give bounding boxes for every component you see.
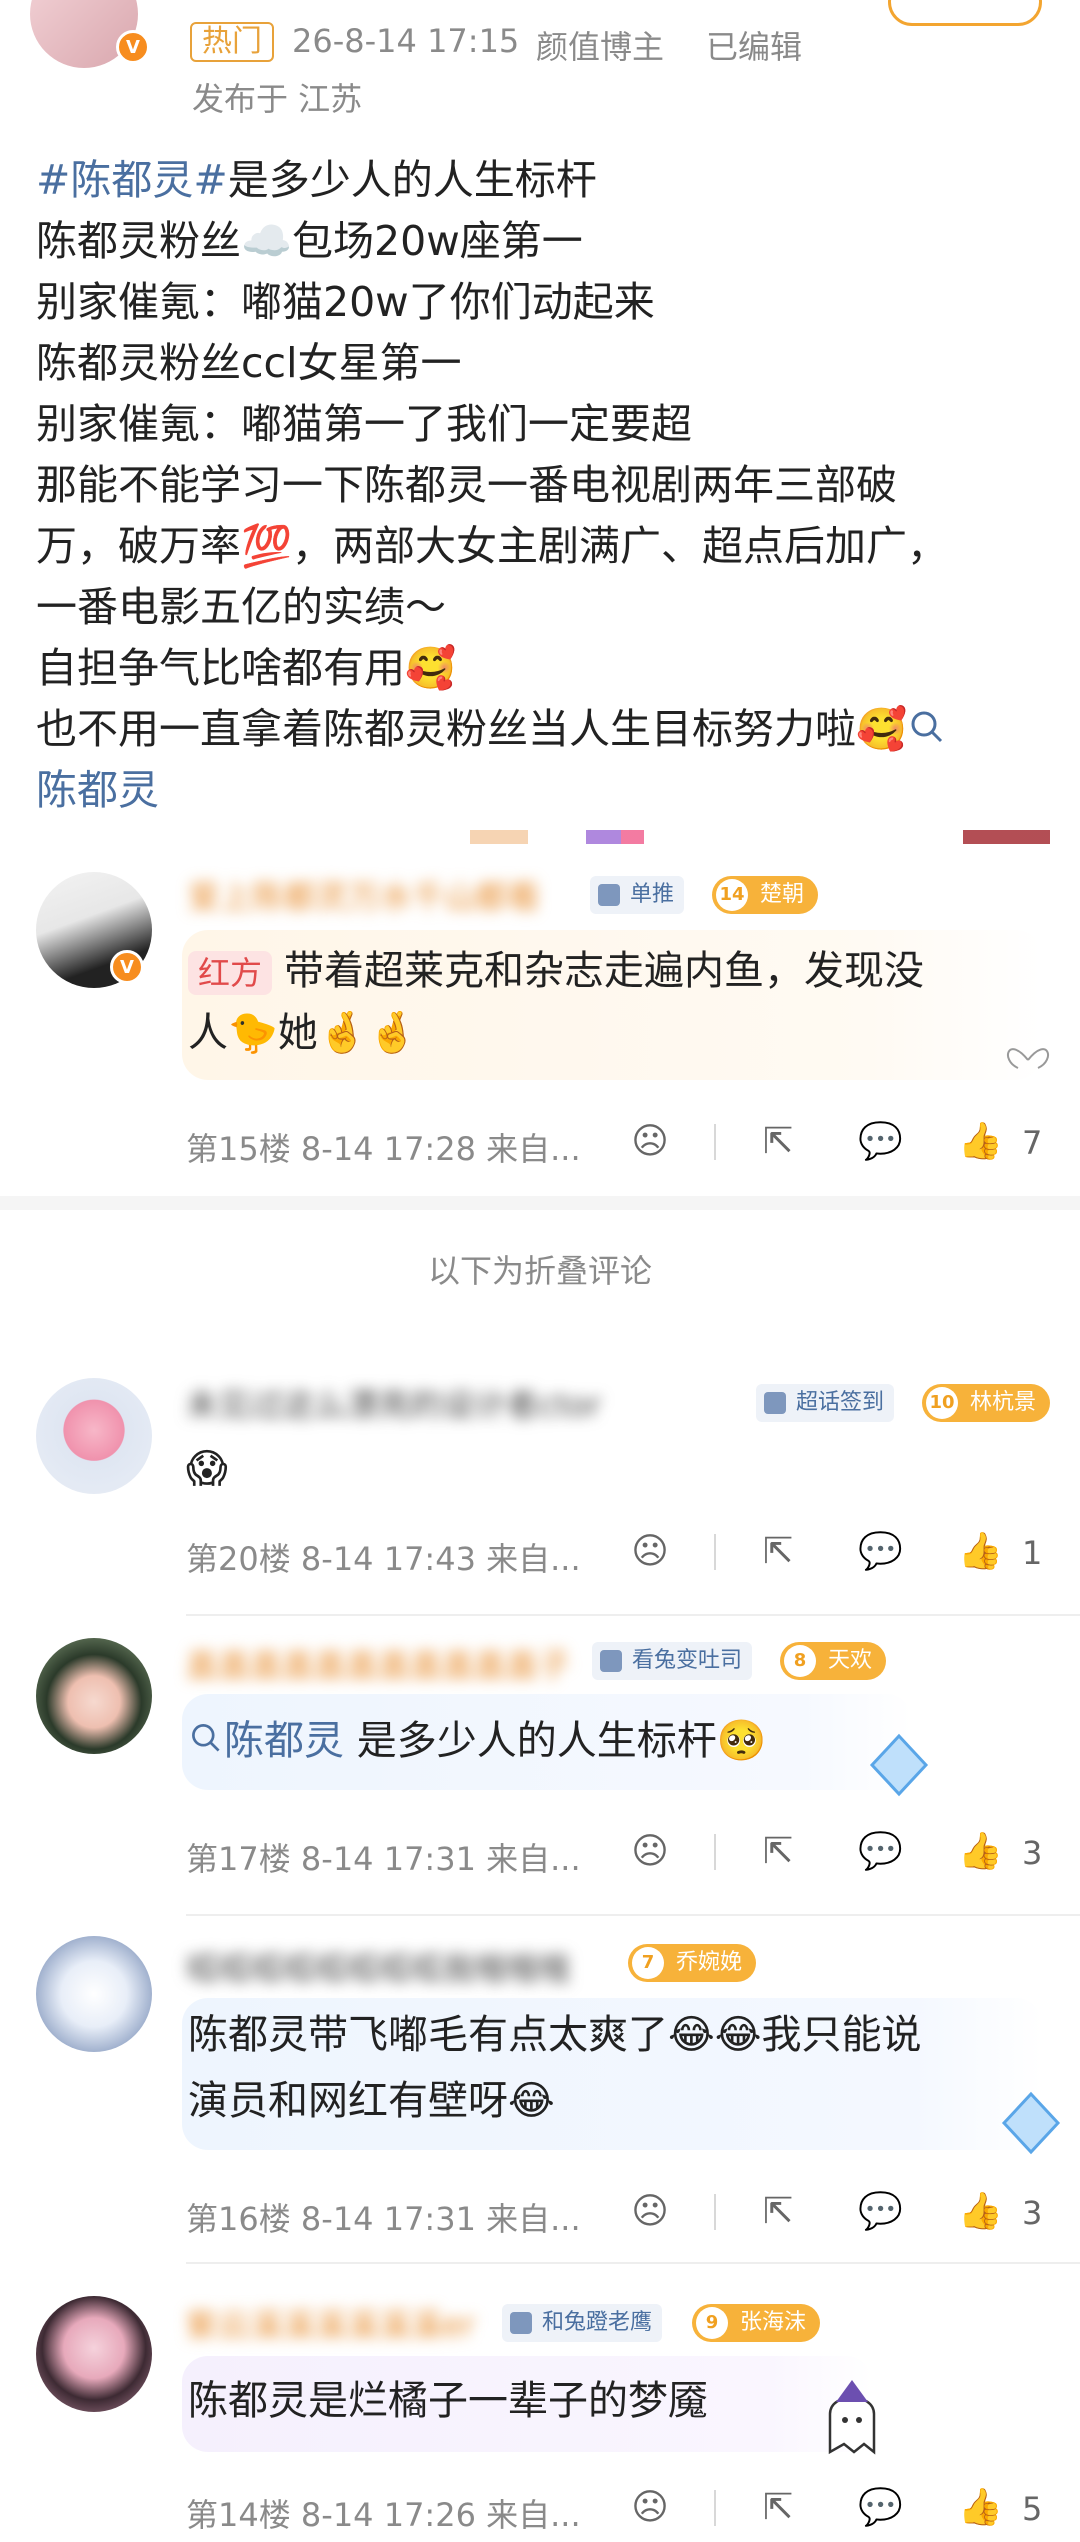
dislike-icon[interactable]: ☹ xyxy=(628,1830,672,1874)
badge-pill[interactable]: 单推 xyxy=(590,876,685,914)
level-badge[interactable]: 7 乔婉娩 xyxy=(628,1944,757,1982)
like-count: 3 xyxy=(1022,1834,1043,1872)
share-icon[interactable]: ⇱ xyxy=(756,1830,800,1874)
topic-link[interactable]: 陈都灵 xyxy=(36,760,1046,821)
comment-text: 人🐤她🤞🤞 xyxy=(188,1010,418,1056)
divider xyxy=(186,1914,1080,1916)
comment-text: 红方 带着超莱克和杂志走遍内鱼，发现没 xyxy=(188,940,924,1002)
post-line: 陈都灵粉丝ccl女星第一 xyxy=(36,339,462,387)
comment-meta: 第17楼 8-14 17:31 来自... xyxy=(186,1840,581,1878)
fold-divider-text[interactable]: 以下为折叠评论 xyxy=(0,1246,1080,1292)
like-count: 1 xyxy=(1022,1534,1043,1572)
commenter-name[interactable]: 爱上陈都灵万水千山都看 xyxy=(188,872,568,918)
level-badge[interactable]: 14 楚朝 xyxy=(712,876,819,914)
verified-badge-icon: V xyxy=(116,30,150,64)
diamond-icon xyxy=(1001,2091,1061,2155)
share-icon[interactable]: ⇱ xyxy=(756,1530,800,1574)
post-line: 那能不能学习一下陈都灵一番电视剧两年三部破 xyxy=(36,461,897,509)
share-icon[interactable]: ⇱ xyxy=(756,2486,800,2530)
comment-text: 😱 xyxy=(186,1446,228,1492)
edited-label[interactable]: 已编辑 xyxy=(706,22,802,68)
comment-icon[interactable]: 💬 xyxy=(858,1120,903,1164)
diamond-icon xyxy=(869,1733,929,1797)
commenter-avatar[interactable] xyxy=(36,2296,152,2412)
like-icon[interactable]: 👍 xyxy=(958,2486,1003,2530)
comment-icon[interactable]: 💬 xyxy=(858,1830,903,1874)
checkin-icon xyxy=(510,2312,532,2334)
level-badge[interactable]: 8 天欢 xyxy=(780,1642,887,1680)
checkin-icon xyxy=(764,1392,786,1414)
post-line: 陈都灵粉丝☁️包场20w座第一 xyxy=(36,217,583,265)
like-icon[interactable]: 👍 xyxy=(958,1530,1003,1574)
dislike-icon[interactable]: ☹ xyxy=(628,1530,672,1574)
commenter-avatar[interactable] xyxy=(36,1936,152,2052)
level-badge[interactable]: 9 张海沫 xyxy=(692,2304,821,2342)
divider xyxy=(714,1124,716,1160)
image-strip[interactable] xyxy=(470,830,1050,844)
comment-icon[interactable]: 💬 xyxy=(858,2190,903,2234)
checkin-icon xyxy=(600,1650,622,1672)
divider xyxy=(714,1534,716,1570)
post-time: 26-8-14 17:15 xyxy=(292,22,520,60)
follow-button[interactable] xyxy=(888,0,1042,26)
ghost-icon xyxy=(828,2380,876,2455)
like-count: 7 xyxy=(1022,1124,1043,1162)
dislike-icon[interactable]: ☹ xyxy=(628,2190,672,2234)
comment-icon[interactable]: 💬 xyxy=(858,1530,903,1574)
butterfly-icon xyxy=(1007,1048,1049,1069)
verified-badge-icon: V xyxy=(110,950,144,984)
post-location: 发布于 江苏 xyxy=(192,80,363,118)
commenter-name[interactable]: 未见过这么漂亮的设计者ctor xyxy=(186,1380,726,1426)
comment-meta: 第14楼 8-14 17:26 来自... xyxy=(186,2496,581,2534)
post-line: 别家催氪：嘟猫20w了你们动起来 xyxy=(36,278,655,326)
commenter-name[interactable]: 盖盖盖盖盖盖盖盖盖盖盖子 xyxy=(186,1640,576,1686)
divider xyxy=(714,2490,716,2526)
search-icon xyxy=(911,711,943,743)
like-count: 5 xyxy=(1022,2490,1043,2528)
divider xyxy=(714,2194,716,2230)
hot-tag: 热门 xyxy=(190,22,274,62)
comment-text: 演员和网红有壁呀😂 xyxy=(188,2078,555,2124)
post-line: 也不用一直拿着陈都灵粉丝当人生目标努力啦🥰 xyxy=(36,699,1046,760)
like-count: 3 xyxy=(1022,2194,1043,2232)
comment-text: 陈都灵 是多少人的人生标杆🥺 xyxy=(188,1710,767,1772)
comment-text: 陈都灵带飞嘟毛有点太爽了😂😂我只能说 xyxy=(188,2012,922,2058)
search-icon xyxy=(192,1724,220,1752)
like-icon[interactable]: 👍 xyxy=(958,1830,1003,1874)
level-badge[interactable]: 10 林杭景 xyxy=(922,1384,1051,1422)
topic-link[interactable]: 陈都灵 xyxy=(188,1718,344,1764)
commenter-name[interactable]: 紫云溪溪溪溪溪溪er xyxy=(186,2300,486,2346)
badge-pill[interactable]: 看兔变吐司 xyxy=(592,1642,753,1680)
share-icon[interactable]: ⇱ xyxy=(756,2190,800,2234)
comment-meta: 第20楼 8-14 17:43 来自... xyxy=(186,1540,581,1578)
comment-icon[interactable]: 💬 xyxy=(858,2486,903,2530)
divider xyxy=(714,1834,716,1870)
post-line: #陈都灵#是多少人的人生标杆 xyxy=(36,156,597,204)
hashtag-link[interactable]: #陈都灵# xyxy=(36,156,228,204)
dislike-icon[interactable]: ☹ xyxy=(628,2486,672,2530)
comment-meta: 第15楼 8-14 17:28 来自... xyxy=(186,1130,581,1168)
post-line: 自担争气比啥都有用🥰 xyxy=(36,644,457,692)
badge-pill[interactable]: 和兔蹬老鹰 xyxy=(502,2304,663,2342)
author-tag: 颜值博主 xyxy=(536,28,665,66)
post-body: #陈都灵#是多少人的人生标杆 陈都灵粉丝☁️包场20w座第一 别家催氪：嘟猫20… xyxy=(36,150,1046,821)
commenter-avatar[interactable] xyxy=(36,1638,152,1754)
post-line: 万，破万率💯，两部大女主剧满广、超点后加广， xyxy=(36,522,949,570)
comment-meta: 第16楼 8-14 17:31 来自... xyxy=(186,2200,581,2238)
divider xyxy=(186,1614,1080,1616)
post-line: 别家催氪：嘟猫第一了我们一定要超 xyxy=(36,400,692,448)
like-icon[interactable]: 👍 xyxy=(958,2190,1003,2234)
post-line: 一番电影五亿的实绩～ xyxy=(36,583,446,631)
badge-pill[interactable]: 超话签到 xyxy=(756,1384,895,1422)
commenter-avatar[interactable] xyxy=(36,1378,152,1494)
tag-hongfang: 红方 xyxy=(188,951,273,995)
user-icon xyxy=(598,884,620,906)
share-icon[interactable]: ⇱ xyxy=(756,1120,800,1164)
comment-text: 陈都灵是烂橘子一辈子的梦魇 xyxy=(188,2378,708,2424)
like-icon[interactable]: 👍 xyxy=(958,1120,1003,1164)
divider xyxy=(186,2262,1080,2264)
divider xyxy=(0,1196,1080,1210)
commenter-name[interactable]: 呱呱呱呱呱呱呱呱我哦哦哦 xyxy=(186,1944,616,1990)
dislike-icon[interactable]: ☹ xyxy=(628,1120,672,1164)
